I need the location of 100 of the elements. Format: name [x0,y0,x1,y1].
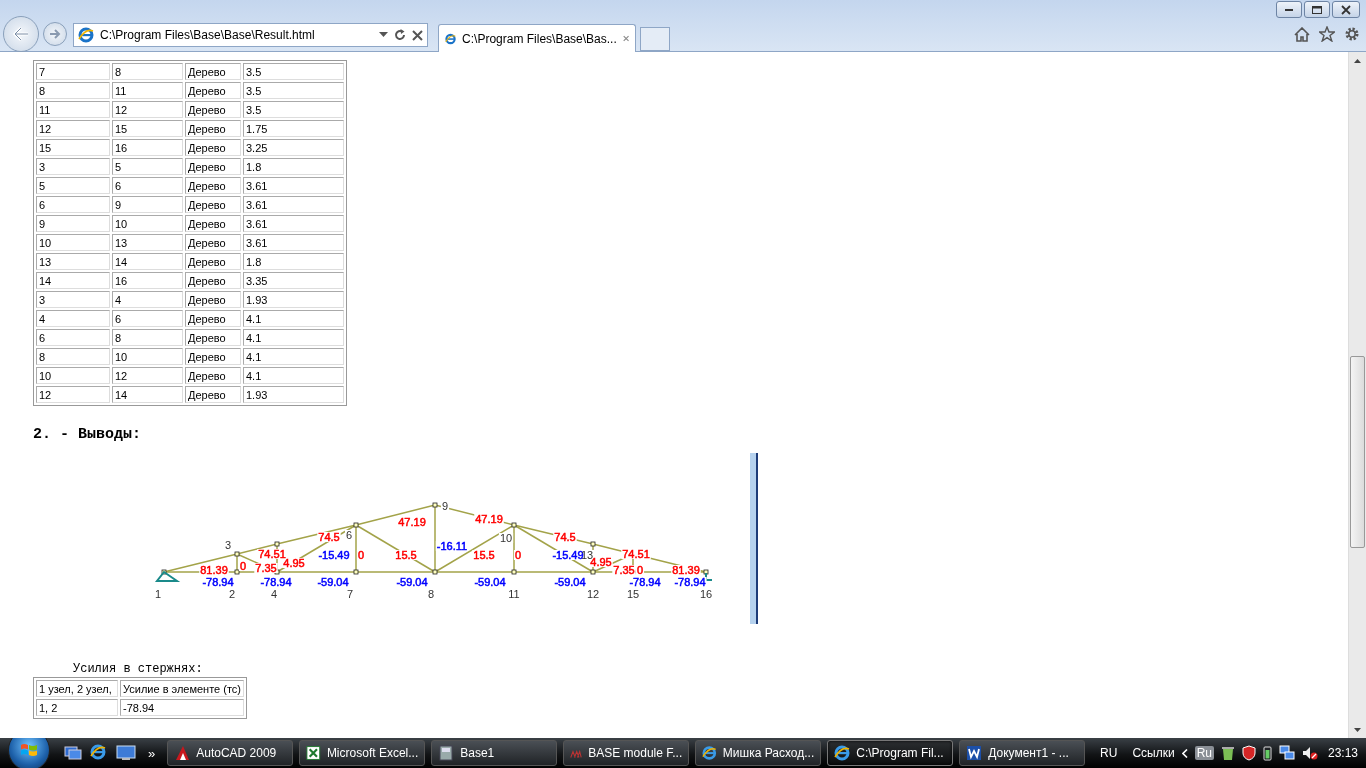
window-app-icon [438,745,455,761]
taskbar-button[interactable]: Microsoft Excel... [299,740,426,766]
table-cell: 6 [112,310,183,327]
force-label: 7.35 [255,562,277,574]
node-label: 11 [508,588,520,600]
table-cell: 3.5 [243,82,344,99]
table-cell: 7 [36,63,110,80]
force-label: 0 [357,549,365,561]
scrollbar-thumb[interactable] [1350,356,1365,548]
force-label: -59.04 [554,576,586,588]
force-label: -78.94 [202,576,234,588]
table-cell: 16 [112,272,183,289]
minimize-icon [1285,8,1293,11]
table-cell: 3 [36,158,110,175]
table-cell: Дерево [185,177,241,194]
table-cell: Дерево [185,158,241,175]
globe-e-icon[interactable] [90,744,108,762]
table-cell: 12 [36,386,110,403]
table-cell: 11 [36,101,110,118]
table-cell: 10 [112,348,183,365]
minimize-button[interactable] [1276,1,1302,18]
stop-icon[interactable] [412,29,423,41]
taskbar-button[interactable]: Base1 [431,740,558,766]
network-icon[interactable] [1278,745,1295,761]
scroll-up-icon[interactable] [1354,58,1361,63]
section-heading: 2. - Выводы: [33,426,143,444]
table-cell: 1.8 [243,158,344,175]
home-icon[interactable] [1294,26,1310,42]
force-label: 0 [514,549,522,561]
language-indicator[interactable]: RU [1100,746,1118,760]
table-cell: 10 [36,234,110,251]
refresh-icon[interactable] [394,29,406,41]
table-cell: 4 [36,310,110,327]
maximize-button[interactable] [1304,1,1330,18]
force-label: 47.19 [475,513,503,525]
more-chevron[interactable]: » [148,745,156,761]
force-label: 74.51 [258,548,286,560]
links-toolbar[interactable]: Ссылки [1132,746,1175,760]
table-cell: Дерево [185,253,241,270]
clock[interactable]: 23:13 [1327,746,1358,760]
address-field[interactable]: C:\Program Files\Base\Base\Result.html [73,23,428,47]
table-cell: 6 [36,329,110,346]
desktop-icon[interactable] [116,745,136,761]
table-cell: Дерево [185,101,241,118]
taskbar-button[interactable]: C:\Program Fil... [827,740,954,766]
table-cell: 1.93 [243,291,344,308]
table-cell: Дерево [185,120,241,137]
close-icon [1341,4,1351,15]
force-label: 7.35 [613,564,635,576]
column-header: 1 узел, 2 узел, [36,680,118,697]
node-label: 15 [626,588,640,600]
table-cell: -78.94 [120,699,245,716]
table-cell: 9 [36,215,110,232]
table-cell: 1.75 [243,120,344,137]
chevron-left-icon[interactable] [1181,748,1188,758]
force-label: -15.49 [552,549,584,561]
node-label: 4 [270,588,278,600]
browser-tab[interactable]: C:\Program Files\Base\Bas... [438,24,636,52]
node-label: 16 [699,588,713,600]
force-label: -59.04 [317,576,349,588]
table-cell: Дерево [185,215,241,232]
dropdown-arrow-icon[interactable] [379,32,388,38]
table-cell: 14 [112,253,183,270]
node-label: 12 [586,588,600,600]
table-cell: 3.61 [243,234,344,251]
shield-icon[interactable] [1241,745,1256,761]
force-label: 74.5 [318,531,340,543]
close-button[interactable] [1332,1,1360,18]
taskbar-button[interactable]: BASE module F... [563,740,690,766]
settings-icon[interactable] [1344,26,1360,42]
volume-muted-icon[interactable] [1301,745,1318,761]
battery-icon[interactable] [1262,745,1272,761]
taskbar-button[interactable]: Документ1 - ... [959,740,1086,766]
node-label: 1 [154,588,162,600]
star-icon[interactable] [1319,26,1335,42]
recycle-bin-icon[interactable] [1220,745,1235,761]
table-cell: Дерево [185,310,241,327]
switch-windows-icon[interactable] [64,745,82,761]
table-cell: 8 [36,82,110,99]
taskbar-button[interactable]: Мишка Расход... [695,740,822,766]
table-cell: Дерево [185,82,241,99]
table-cell: 8 [112,63,183,80]
force-label: 74.5 [554,531,576,543]
table-cell: Дерево [185,196,241,213]
start-button[interactable] [8,738,50,768]
table-cell: 1.8 [243,253,344,270]
taskbar-button[interactable]: AutoCAD 2009 [167,740,294,766]
close-icon[interactable] [622,34,629,43]
table-cell: 3.35 [243,272,344,289]
table-cell: 14 [36,272,110,289]
table-cell: Дерево [185,329,241,346]
scroll-down-icon[interactable] [1354,727,1361,732]
table-cell: Дерево [185,386,241,403]
force-label: -78.94 [629,576,661,588]
table-cell: 3.61 [243,215,344,232]
force-label: -15.49 [318,549,350,561]
table-cell: Дерево [185,348,241,365]
table-cell: 15 [112,120,183,137]
table-cell: 12 [112,101,183,118]
table-cell: 3.5 [243,63,344,80]
